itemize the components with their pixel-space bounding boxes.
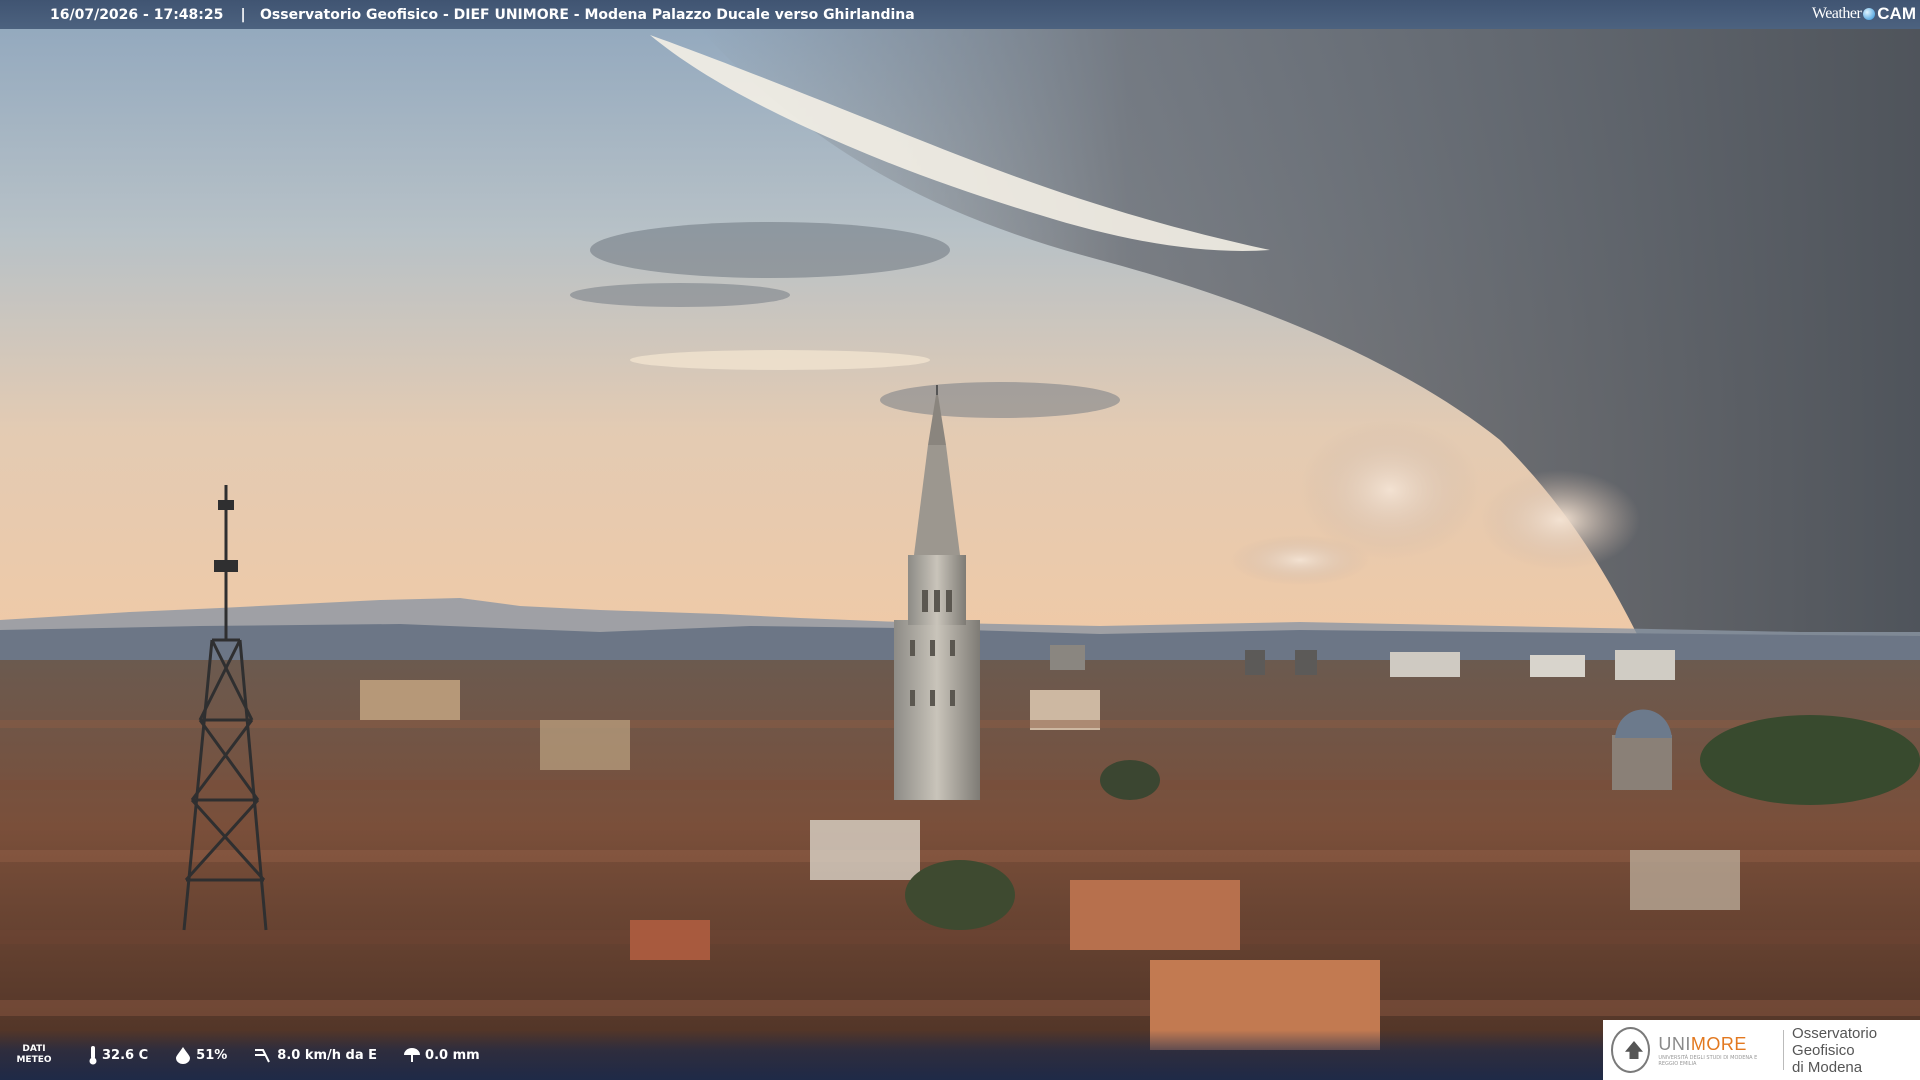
thermometer-icon	[89, 1046, 97, 1065]
webcam-image	[0, 0, 1920, 1080]
logo-divider	[1783, 1030, 1785, 1070]
wind-value: 8.0 km/h da E	[277, 1047, 378, 1063]
camera-title: Osservatorio Geofisico - DIEF UNIMORE - …	[260, 6, 915, 23]
rain-item: 0.0 mm	[403, 1046, 480, 1064]
unimore-name: UNIMORE	[1658, 1034, 1775, 1055]
university-seal-icon	[1611, 1027, 1651, 1073]
brand-part2: CAM	[1877, 4, 1916, 23]
observatory-line1: Osservatorio Geofisico	[1792, 1024, 1878, 1059]
temperature-item: 32.6 C	[88, 1045, 148, 1065]
timestamp: 16/07/2026 - 17:48:25	[50, 6, 224, 23]
unimore-wordmark: UNIMORE UNIVERSITÀ DEGLI STUDI DI MODENA…	[1658, 1034, 1775, 1067]
rain-value: 0.0 mm	[425, 1047, 480, 1063]
unimore-name-part2: MORE	[1690, 1033, 1747, 1054]
observatory-name: Osservatorio Geofisico di Modena	[1792, 1025, 1920, 1076]
observatory-line2: di Modena	[1792, 1058, 1863, 1076]
weather-label-line2: METEO	[16, 1055, 52, 1065]
rain-umbrella-icon	[404, 1048, 421, 1062]
humidity-drop-icon	[176, 1047, 191, 1064]
unimore-name-part1: UNI	[1658, 1033, 1691, 1054]
weather-data: DATI METEO 32.6 C 51% 8.0 km/h da E 0.0 …	[14, 1030, 506, 1080]
weather-label-line1: DATI	[22, 1044, 46, 1054]
header-separator: |	[240, 6, 246, 23]
brand-part1: Weather	[1811, 5, 1862, 22]
temperature-value: 32.6 C	[102, 1047, 149, 1063]
unimore-subtitle: UNIVERSITÀ DEGLI STUDI DI MODENA E REGGI…	[1658, 1054, 1758, 1067]
brand-globe-icon	[1863, 8, 1876, 20]
wind-item: 8.0 km/h da E	[253, 1046, 377, 1064]
humidity-item: 51%	[174, 1046, 227, 1064]
header-bar: 16/07/2026 - 17:48:25 | Osservatorio Geo…	[0, 0, 1920, 29]
weathercam-logo: Weather CAM	[1812, 4, 1916, 24]
weather-label: DATI METEO	[14, 1044, 54, 1066]
unimore-logo: UNIMORE UNIVERSITÀ DEGLI STUDI DI MODENA…	[1603, 1020, 1920, 1080]
wind-icon	[255, 1049, 271, 1063]
humidity-value: 51%	[196, 1047, 228, 1063]
